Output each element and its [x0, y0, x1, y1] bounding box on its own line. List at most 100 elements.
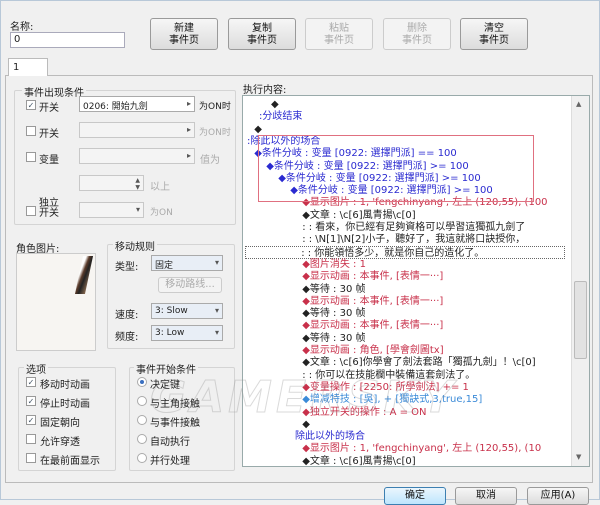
- command-line[interactable]: ◆图片消失 : 1: [302, 258, 366, 271]
- switch2-select[interactable]: ▸: [79, 122, 195, 138]
- button-line2: 事件页: [479, 35, 509, 46]
- command-line[interactable]: 除此以外的场合: [295, 430, 365, 443]
- speed-label: 速度:: [115, 310, 139, 321]
- freq-label: 频度:: [115, 332, 139, 343]
- toolbar-button-0[interactable]: 新建 事件页: [150, 18, 218, 50]
- highlight-box: [258, 135, 534, 202]
- variable-value-spinner[interactable]: ▲ ▼: [79, 175, 144, 191]
- command-line[interactable]: ◆等待 : 30 帧: [302, 307, 365, 320]
- scrollbar[interactable]: ▲ ▼: [571, 96, 589, 466]
- button-line1: 新建: [174, 23, 194, 34]
- self-switch-checkbox[interactable]: [26, 206, 36, 216]
- freq-select[interactable]: 3: Low ▾: [151, 325, 223, 341]
- switch1-select[interactable]: 0206: 開始九劍 ▸: [79, 96, 195, 112]
- button-line1: 复制: [252, 23, 272, 34]
- switch1-checkbox[interactable]: ✓: [26, 100, 36, 110]
- name-label: 名称:: [10, 22, 34, 33]
- command-line[interactable]: ◆显示图片 : 1, 'fengchinyang', 左上 (120,55), …: [302, 442, 541, 455]
- variable-suffix: 值为: [200, 155, 220, 166]
- chevron-down-icon: ▾: [214, 328, 219, 337]
- arrow-right-icon: ▸: [186, 151, 191, 160]
- scroll-up-icon[interactable]: ▲: [576, 100, 581, 108]
- toolbar-button-4[interactable]: 清空 事件页: [460, 18, 528, 50]
- switch1-value: 0206: 開始九劍: [83, 102, 148, 112]
- self-switch-suffix: 为ON: [150, 208, 173, 218]
- trigger-radio[interactable]: [137, 453, 147, 463]
- command-line[interactable]: ◆: [271, 98, 279, 111]
- chevron-down-icon: ▾: [214, 306, 219, 315]
- command-line[interactable]: ◆显示动画 : 本事件, [表情一···]: [302, 270, 443, 283]
- option-checkbox[interactable]: ✓: [26, 415, 36, 425]
- type-select[interactable]: 固定 ▾: [151, 255, 223, 271]
- option-label: 移动时动画: [40, 380, 90, 391]
- options-title: 选项: [24, 361, 48, 376]
- variable-suffix2: 以上: [150, 182, 170, 193]
- command-line[interactable]: ◆文章 : \c[6]你學會了劍法套路「獨孤九劍」！\c[0]: [302, 356, 535, 369]
- apply-button[interactable]: 应用(A): [527, 487, 589, 505]
- switch2-checkbox[interactable]: [26, 126, 36, 136]
- command-line[interactable]: ◆显示动画 : 本事件, [表情一···]: [302, 295, 443, 308]
- option-label: 在最前面显示: [40, 456, 100, 467]
- movement-title: 移动规则: [113, 238, 157, 253]
- option-checkbox[interactable]: [26, 434, 36, 444]
- commands-label: 执行内容:: [243, 85, 287, 96]
- command-line[interactable]: ◆显示动画 : 本事件, [表情一···]: [302, 319, 443, 332]
- type-label: 类型:: [115, 262, 139, 273]
- button-line1: 删除: [407, 23, 427, 34]
- trigger-radio[interactable]: [137, 434, 147, 444]
- command-line[interactable]: :分歧结束: [259, 110, 302, 123]
- spinner-arrows-icon: ▲ ▼: [135, 177, 140, 191]
- command-line[interactable]: ◆等待 : 30 帧: [302, 332, 365, 345]
- button-line1: 粘贴: [329, 23, 349, 34]
- speed-value: 3: Slow: [155, 306, 188, 316]
- switch2-label: 开关: [39, 129, 59, 140]
- arrow-right-icon: ▸: [186, 125, 191, 134]
- button-line2: 事件页: [169, 35, 199, 46]
- trigger-radio[interactable]: [137, 377, 147, 387]
- character-sprite-image: [74, 256, 94, 294]
- variable-checkbox[interactable]: [26, 152, 36, 162]
- arrow-right-icon: ▸: [186, 99, 191, 108]
- tab-page-1[interactable]: 1: [8, 58, 48, 76]
- speed-select[interactable]: 3: Slow ▾: [151, 303, 223, 319]
- name-input[interactable]: 0: [10, 32, 125, 48]
- watermark-logo: GAMERSKY: [150, 372, 458, 424]
- trigger-radio[interactable]: [137, 396, 147, 406]
- self-switch-select[interactable]: ▾: [79, 202, 144, 218]
- toolbar-button-1[interactable]: 复制 事件页: [228, 18, 296, 50]
- switch1-suffix: 为ON时: [199, 102, 231, 112]
- command-line[interactable]: ◆等待 : 30 帧: [302, 283, 365, 296]
- scrollbar-thumb[interactable]: [574, 281, 587, 359]
- toolbar-button-2[interactable]: 粘贴 事件页: [305, 18, 373, 50]
- variable-select[interactable]: ▸: [79, 148, 195, 164]
- toolbar-button-3[interactable]: 删除 事件页: [383, 18, 451, 50]
- trigger-label: 自动执行: [150, 437, 190, 448]
- ok-button[interactable]: 确定: [384, 487, 446, 505]
- command-line[interactable]: : : \N[1]\N[2]小子，聽好了，我這就將口訣授你，: [302, 233, 525, 246]
- chevron-down-icon: ▾: [214, 258, 219, 267]
- command-line[interactable]: ◆显示动画 : 角色, [學會劍圖tx]: [302, 344, 443, 357]
- chevron-down-icon: ▾: [135, 205, 140, 214]
- button-line2: 事件页: [324, 35, 354, 46]
- command-line[interactable]: : : 看來，你已經有足夠資格可以學習這獨孤九劍了: [302, 221, 525, 234]
- trigger-label: 并行处理: [150, 456, 190, 467]
- option-checkbox[interactable]: ✓: [26, 377, 36, 387]
- trigger-radio[interactable]: [137, 415, 147, 425]
- move-route-button[interactable]: 移动路线...: [158, 277, 222, 293]
- command-line[interactable]: ◆: [254, 123, 262, 136]
- switch2-suffix: 为ON时: [199, 128, 231, 138]
- command-line[interactable]: : : 你能領悟多少，就是你自己的造化了。: [245, 245, 565, 259]
- self-switch-label: 独立开关: [39, 198, 59, 219]
- freq-value: 3: Low: [155, 328, 185, 338]
- command-line[interactable]: ◆文章 : \c[6]風青揚\c[0]: [302, 455, 415, 466]
- character-graphic[interactable]: [16, 253, 96, 351]
- option-checkbox[interactable]: ✓: [26, 396, 36, 406]
- button-line2: 事件页: [402, 35, 432, 46]
- switch1-label: 开关: [39, 103, 59, 114]
- button-line2: 事件页: [247, 35, 277, 46]
- command-line[interactable]: ◆文章 : \c[6]風青揚\c[0]: [302, 209, 415, 222]
- option-checkbox[interactable]: [26, 453, 36, 463]
- cancel-button[interactable]: 取消: [455, 487, 517, 505]
- button-line1: 清空: [484, 23, 504, 34]
- scroll-down-icon[interactable]: ▼: [576, 453, 581, 461]
